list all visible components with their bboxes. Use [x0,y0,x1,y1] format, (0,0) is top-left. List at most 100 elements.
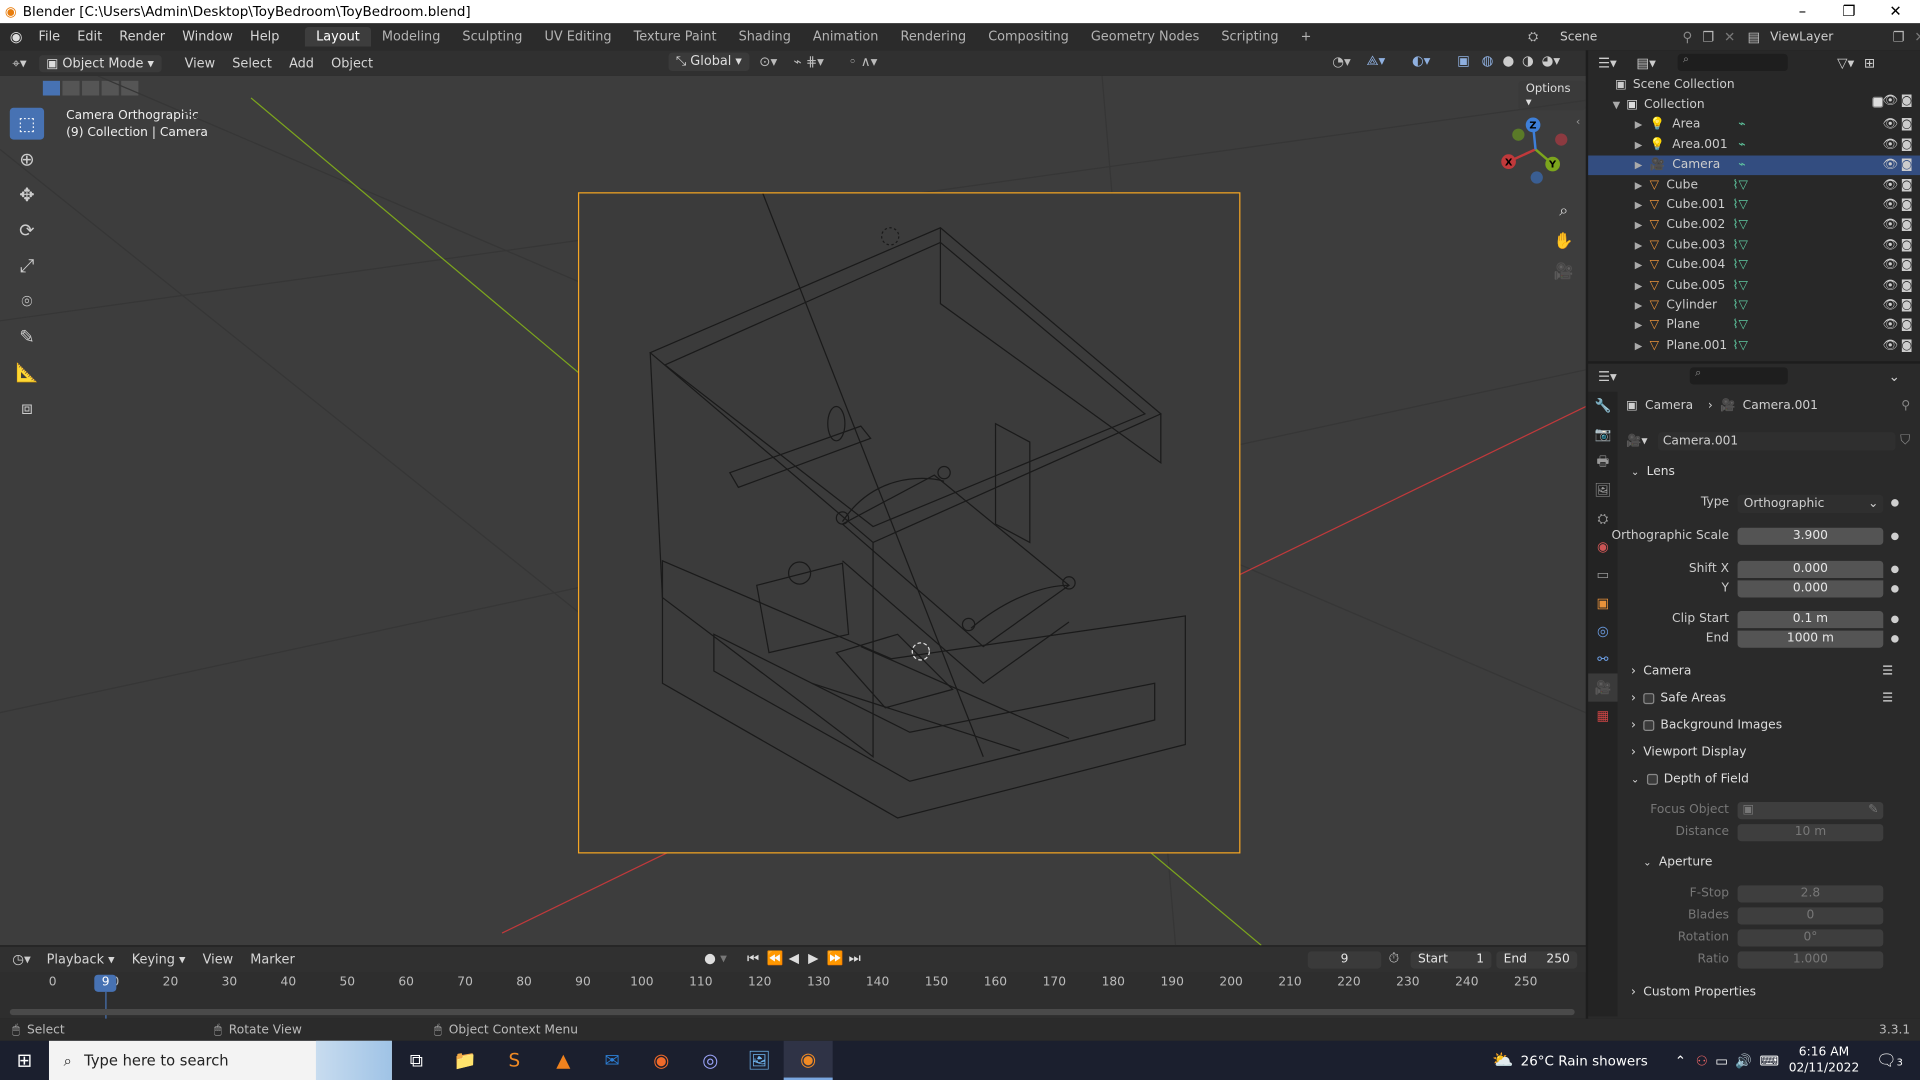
tab-modeling[interactable]: Modeling [371,27,452,47]
keyframe-dot-icon[interactable]: ● [1891,633,1900,644]
render-camera-icon[interactable]: ◙ [1901,218,1913,231]
safe-areas-checkbox[interactable] [1643,693,1655,705]
texture-tab[interactable]: ▦ [1588,702,1617,730]
expand-arrow-icon[interactable]: ▶ [1635,260,1643,271]
expand-arrow-icon[interactable]: ▶ [1635,240,1643,251]
photos-icon[interactable]: 🖼 [735,1041,784,1080]
ratio-field[interactable]: 1.000 [1737,951,1884,969]
eye-icon[interactable]: 👁 [1882,178,1898,191]
custom-properties-header[interactable]: › Custom Properties [1631,986,1910,999]
eyedropper-icon[interactable]: ✎ [1868,802,1878,819]
expand-arrow-icon[interactable]: ▶ [1635,119,1643,130]
rotation-field[interactable]: 0° [1737,929,1884,947]
expand-arrow-icon[interactable]: ▶ [1635,320,1643,331]
display-mode-icon[interactable]: ▤▾ [1636,54,1655,70]
pan-hand-icon[interactable]: ✋ [1553,227,1575,258]
sublime-text-icon[interactable]: S [490,1041,539,1080]
mesh-data-icon[interactable]: ⌇▽ [1732,259,1747,272]
select-box-tool[interactable]: ⬚ [9,107,45,140]
rendered-shading-icon[interactable]: ◕▾ [1542,53,1561,69]
tab-uv-editing[interactable]: UV Editing [533,27,622,47]
pin-icon[interactable]: ⚲ [1901,399,1910,412]
mode-dropdown[interactable]: ▣ Object Mode ▾ [38,54,162,72]
shield-icon[interactable]: ⛉ [1900,432,1910,449]
eye-icon[interactable]: 👁 [1882,118,1898,131]
tab-shading[interactable]: Shading [728,27,802,47]
messenger-icon[interactable]: ◎ [686,1041,735,1080]
measure-tool[interactable]: 📐 [10,356,44,388]
list-icon[interactable]: ☰ [1882,665,1893,678]
outliner-item-cube-005[interactable]: ▶ ▽ Cube.005 ⌇▽ 👁 ◙ [1588,275,1920,295]
current-frame-field[interactable]: 9 [1307,951,1382,969]
prev-keyframe-icon[interactable]: ⏪ [767,950,784,966]
render-camera-icon[interactable]: ◙ [1901,118,1913,131]
keyframe-dot-icon[interactable]: ● [1891,613,1900,624]
weather-text[interactable]: 26°C Rain showers [1521,1052,1648,1068]
snap-icon[interactable]: ⌁ ⋕▾ [793,54,823,70]
data-icon[interactable]: ⌁ [1738,158,1745,171]
object-tab[interactable]: ▣ [1588,589,1617,617]
eye-icon[interactable]: 👁 [1882,339,1898,352]
tab-layout[interactable]: Layout [305,26,371,47]
outliner-item-cube-002[interactable]: ▶ ▽ Cube.002 ⌇▽ 👁 ◙ [1588,215,1920,235]
menu-add[interactable]: Add [281,56,323,71]
record-icon[interactable]: ● ▾ [704,950,727,966]
start-button[interactable]: ⊞ [0,1041,49,1080]
physics-tab[interactable]: ◎ [1588,617,1617,645]
blender-menu-icon[interactable]: ◉ [10,28,23,45]
keyframe-dot-icon[interactable]: ● [1891,497,1900,508]
outliner-item-plane-001[interactable]: ▶ ▽ Plane.001 ⌇▽ 👁 ◙ [1588,336,1920,356]
expand-arrow-icon[interactable]: ▶ [1635,200,1643,211]
volume-icon[interactable]: 🔊 [1735,1052,1752,1068]
start-frame-field[interactable]: Start 1 [1410,951,1492,969]
distance-field[interactable]: 10 m [1737,824,1884,842]
background-images-header[interactable]: › Background Images [1631,719,1910,732]
menu-file[interactable]: File [30,29,69,44]
outliner-scene-collection[interactable]: ▣ Scene Collection [1588,75,1920,95]
xray-toggle-icon[interactable]: ▣ [1457,53,1470,69]
chevron-down-icon[interactable]: ⌄ [1889,368,1900,384]
end-frame-field[interactable]: End 250 [1496,951,1578,969]
maximize-button[interactable]: ❐ [1825,0,1874,23]
play-reverse-icon[interactable]: ◀ [789,950,799,966]
collapse-arrow-icon[interactable]: ▼ [1613,99,1621,110]
collapse-arrow-icon[interactable]: ‹ [1576,116,1580,128]
menu-help[interactable]: Help [241,29,287,44]
safe-areas-header[interactable]: › Safe Areas ☰ [1631,692,1910,705]
keyboard-icon[interactable]: ⌨ [1759,1052,1778,1068]
camera-view-icon[interactable]: 🎥 [1553,257,1575,288]
material-shading-icon[interactable]: ◑ [1522,53,1534,69]
dof-header[interactable]: ⌄ Depth of Field [1631,773,1910,786]
render-camera-icon[interactable]: ◙ [1901,138,1913,151]
expand-arrow-icon[interactable]: ▶ [1635,139,1643,150]
lens-panel-header[interactable]: ⌄ Lens [1626,463,1910,480]
view-layer-tab[interactable]: 🖼 [1588,476,1617,504]
stopwatch-icon[interactable]: ⏱ [1389,950,1400,967]
outliner-collection[interactable]: ▼ ▣ Collection 👁 ◙ [1588,95,1920,115]
render-camera-icon[interactable]: ◙ [1901,239,1913,252]
tray-app-icon[interactable]: ⚇ [1696,1052,1708,1068]
cursor-tool[interactable]: ⊕ [10,143,44,175]
viewlayer-name[interactable]: ViewLayer [1770,30,1892,43]
solid-shading-icon[interactable]: ● [1502,53,1514,69]
mesh-data-icon[interactable]: ⌇▽ [1732,299,1747,312]
camera-datablock-icon[interactable]: 🎥▾ [1626,434,1658,447]
tab-animation[interactable]: Animation [802,27,890,47]
menu-render[interactable]: Render [111,29,174,44]
taskbar-search[interactable]: ⌕ Type here to search [48,1040,392,1080]
shift-y-field[interactable]: 0.000 [1737,580,1884,598]
timeline-scrollbar[interactable] [9,1008,1575,1016]
outliner-item-area-001[interactable]: ▶ 💡 Area.001 ⌁ 👁 ◙ [1588,135,1920,155]
menu-keying[interactable]: Keying ▾ [123,952,194,967]
eye-icon[interactable]: 👁 [1882,259,1898,272]
data-icon[interactable]: ⌁ [1738,118,1745,131]
fstop-field[interactable]: 2.8 [1737,885,1884,903]
outliner-item-cube-003[interactable]: ▶ ▽ Cube.003 ⌇▽ 👁 ◙ [1588,235,1920,255]
menu-select[interactable]: Select [224,56,281,71]
outliner-item-area[interactable]: ▶ 💡 Area ⌁ 👁 ◙ [1588,115,1920,135]
tab-geometry-nodes[interactable]: Geometry Nodes [1080,27,1211,47]
render-camera-icon[interactable]: ◙ [1901,299,1913,312]
viewport-display-header[interactable]: › Viewport Display [1631,746,1910,759]
expand-arrow-icon[interactable]: ▶ [1635,180,1643,191]
tray-chevron-icon[interactable]: ⌃ [1675,1052,1686,1068]
